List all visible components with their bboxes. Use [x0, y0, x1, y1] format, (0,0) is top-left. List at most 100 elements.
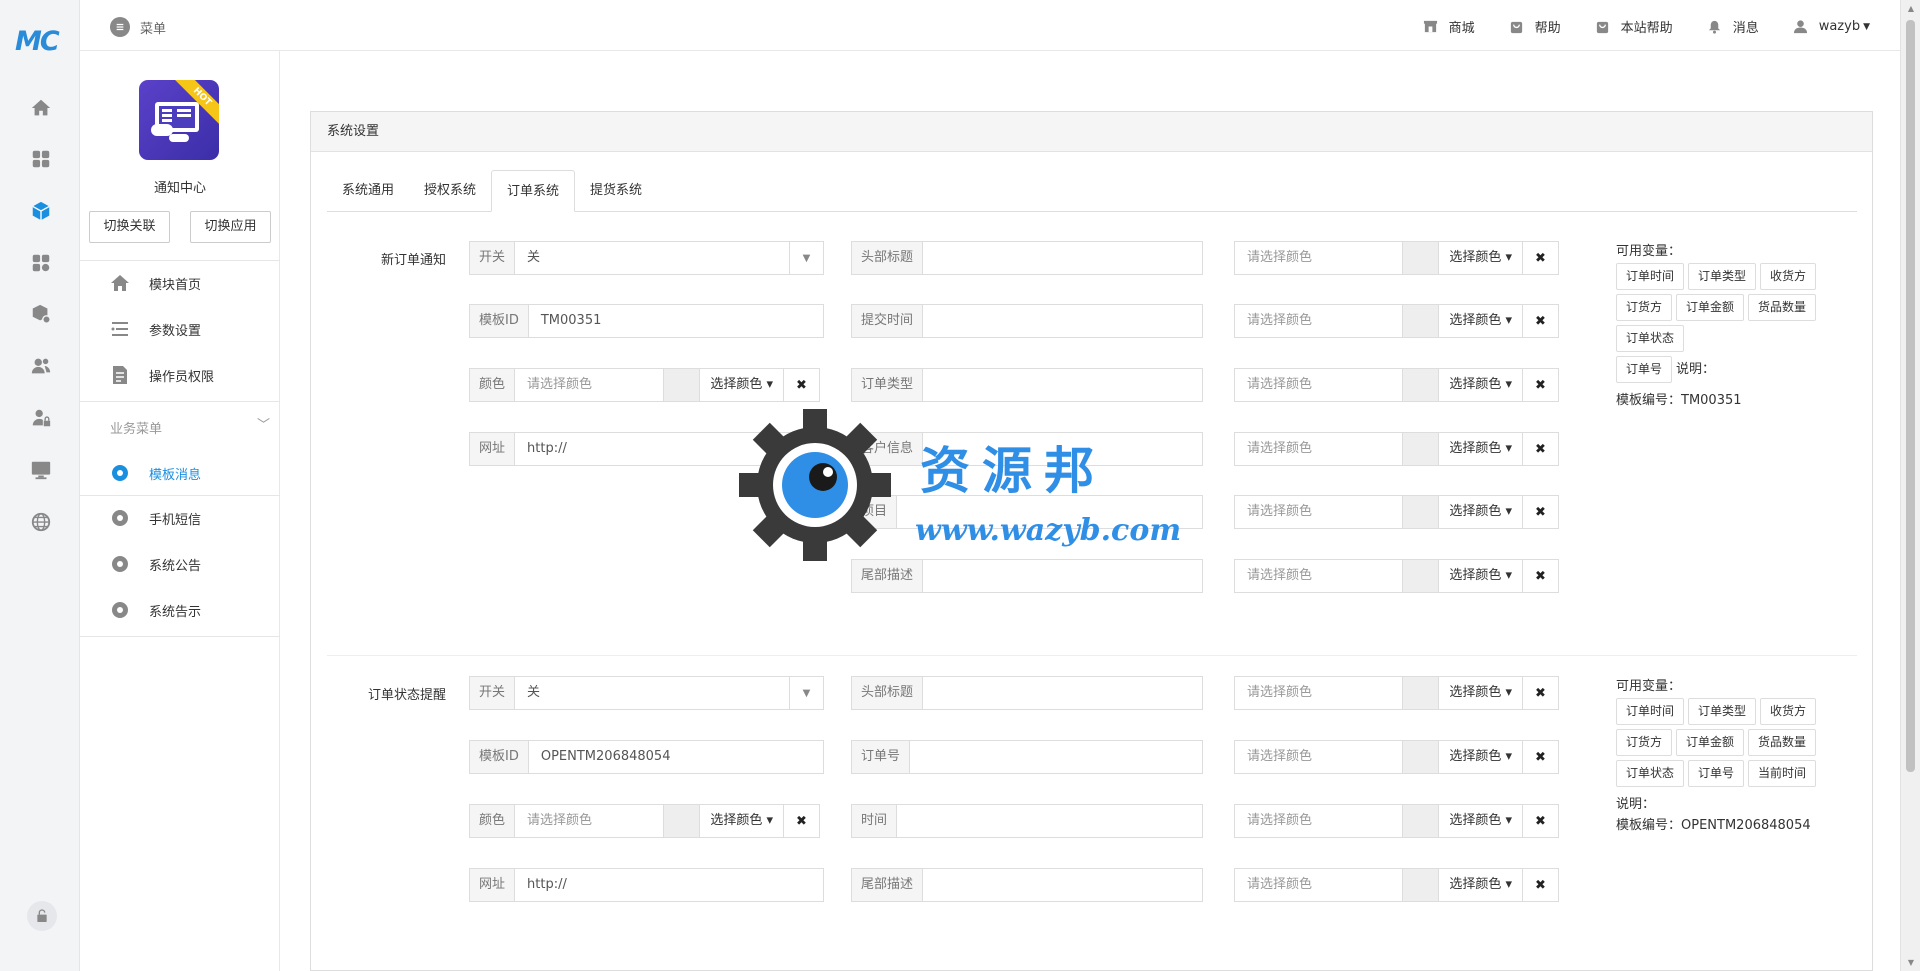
clear-icon[interactable]: ✖ [783, 369, 819, 401]
clear-icon[interactable]: ✖ [1522, 433, 1558, 465]
sidebar-item-operator-permissions[interactable]: 操作员权限 [80, 353, 280, 397]
var-order-status[interactable]: 订单状态 [1616, 325, 1685, 352]
pick-color-button[interactable]: 选择颜色 ▾ [1438, 496, 1522, 528]
sidebar-item-notice[interactable]: 系统告示 [80, 588, 280, 632]
var-order-type[interactable]: 订单类型 [1688, 698, 1757, 725]
sidebar-item-template-messages[interactable]: 模板消息 [80, 451, 280, 495]
color-picker[interactable]: 请选择颜色 选择颜色 ▾ ✖ [1234, 740, 1559, 774]
color-picker[interactable]: 颜色 请选择颜色 选择颜色 ▾ ✖ [469, 368, 820, 402]
messages-link[interactable]: 消息 [1707, 17, 1759, 36]
header-title-input[interactable]: 头部标题 [851, 676, 1203, 710]
grid-icon[interactable] [29, 147, 53, 171]
sidebar-item-module-home[interactable]: 模块首页 [80, 261, 280, 305]
scroll-up-icon[interactable]: ▲ [1906, 4, 1916, 13]
switch-app-button[interactable]: 切换应用 [190, 211, 271, 243]
var-order-type[interactable]: 订单类型 [1688, 263, 1757, 290]
var-orderer[interactable]: 订货方 [1616, 729, 1673, 756]
tab-general[interactable]: 系统通用 [327, 170, 409, 212]
color-picker[interactable]: 请选择颜色 选择颜色 ▾ ✖ [1234, 368, 1559, 402]
url-input[interactable]: 网址 http:// [469, 868, 824, 902]
business-menu-group[interactable]: 业务菜单 ﹀ [110, 418, 270, 437]
var-goods-qty[interactable]: 货品数量 [1748, 729, 1817, 756]
switch-link-button[interactable]: 切换关联 [89, 211, 170, 243]
switch-select[interactable]: 开关 关 ▼ [469, 676, 824, 710]
clear-icon[interactable]: ✖ [1522, 869, 1558, 901]
pick-color-button[interactable]: 选择颜色 ▾ [699, 369, 783, 401]
pick-color-button[interactable]: 选择颜色 ▾ [1438, 869, 1522, 901]
home-icon[interactable] [29, 96, 53, 120]
var-order-status[interactable]: 订单状态 [1616, 760, 1685, 787]
footer-desc-input[interactable]: 尾部描述 [851, 868, 1203, 902]
package-settings-icon[interactable] [29, 302, 53, 326]
logo[interactable]: MC [15, 26, 60, 57]
switch-select[interactable]: 开关 关 ▼ [469, 241, 824, 275]
clear-icon[interactable]: ✖ [1522, 242, 1558, 274]
color-picker[interactable]: 请选择颜色 选择颜色 ▾ ✖ [1234, 304, 1559, 338]
user-lock-icon[interactable] [29, 406, 53, 430]
var-order-amount[interactable]: 订单金额 [1676, 294, 1745, 321]
site-help-link[interactable]: 本站帮助 [1595, 17, 1673, 36]
pick-color-button[interactable]: 选择颜色 ▾ [1438, 677, 1522, 709]
user-menu[interactable]: wazyb ▼ [1793, 19, 1870, 35]
clear-icon[interactable]: ✖ [1522, 560, 1558, 592]
sidebar-item-sms[interactable]: 手机短信 [80, 496, 280, 540]
order-no-input[interactable]: 订单号 [851, 740, 1203, 774]
color-picker[interactable]: 请选择颜色 选择颜色 ▾ ✖ [1234, 559, 1559, 593]
footer-desc-input[interactable]: 尾部描述 [851, 559, 1203, 593]
tab-order-system[interactable]: 订单系统 [491, 170, 576, 212]
var-current-time[interactable]: 当前时间 [1748, 760, 1817, 787]
var-orderer[interactable]: 订货方 [1616, 294, 1673, 321]
var-order-no[interactable]: 订单号 [1616, 356, 1673, 383]
lock-icon[interactable] [27, 901, 57, 931]
var-goods-qty[interactable]: 货品数量 [1748, 294, 1817, 321]
submit-time-input[interactable]: 提交时间 [851, 304, 1203, 338]
apps-icon[interactable] [29, 251, 53, 275]
template-id-input[interactable]: 模板ID OPENTM206848054 [469, 740, 824, 774]
scroll-thumb[interactable] [1906, 20, 1915, 772]
pick-color-button[interactable]: 选择颜色 ▾ [1438, 433, 1522, 465]
clear-icon[interactable]: ✖ [783, 805, 819, 837]
var-order-amount[interactable]: 订单金额 [1676, 729, 1745, 756]
color-picker[interactable]: 请选择颜色 选择颜色 ▾ ✖ [1234, 868, 1559, 902]
mall-link[interactable]: 商城 [1423, 17, 1475, 36]
pick-color-button[interactable]: 选择颜色 ▾ [1438, 741, 1522, 773]
pick-color-button[interactable]: 选择颜色 ▾ [1438, 560, 1522, 592]
var-order-time[interactable]: 订单时间 [1616, 263, 1685, 290]
globe-icon[interactable] [29, 510, 53, 534]
pick-color-button[interactable]: 选择颜色 ▾ [699, 805, 783, 837]
header-title-input[interactable]: 头部标题 [851, 241, 1203, 275]
color-picker[interactable]: 请选择颜色 选择颜色 ▾ ✖ [1234, 495, 1559, 529]
clear-icon[interactable]: ✖ [1522, 677, 1558, 709]
var-order-no[interactable]: 订单号 [1688, 760, 1745, 787]
template-id-input[interactable]: 模板ID TM00351 [469, 304, 824, 338]
help-link[interactable]: 帮助 [1509, 17, 1561, 36]
tab-authorization[interactable]: 授权系统 [409, 170, 491, 212]
time-input[interactable]: 时间 [851, 804, 1203, 838]
clear-icon[interactable]: ✖ [1522, 369, 1558, 401]
sidebar-item-parameters[interactable]: 参数设置 [80, 307, 280, 351]
item-input[interactable]: 项目 [851, 495, 1203, 529]
pick-color-button[interactable]: 选择颜色 ▾ [1438, 242, 1522, 274]
scrollbar[interactable]: ▲ ▼ [1900, 0, 1920, 971]
pick-color-button[interactable]: 选择颜色 ▾ [1438, 369, 1522, 401]
color-picker[interactable]: 请选择颜色 选择颜色 ▾ ✖ [1234, 241, 1559, 275]
cube-icon[interactable] [29, 199, 53, 223]
order-type-input[interactable]: 订单类型 [851, 368, 1203, 402]
clear-icon[interactable]: ✖ [1522, 741, 1558, 773]
url-input[interactable]: 网址 http:// [469, 432, 824, 466]
menu-toggle[interactable]: 菜单 [110, 17, 166, 37]
clear-icon[interactable]: ✖ [1522, 305, 1558, 337]
color-picker[interactable]: 请选择颜色 选择颜色 ▾ ✖ [1234, 804, 1559, 838]
monitor-icon[interactable] [29, 458, 53, 482]
tab-pickup-system[interactable]: 提货系统 [575, 170, 657, 212]
var-receiver[interactable]: 收货方 [1760, 263, 1817, 290]
var-receiver[interactable]: 收货方 [1760, 698, 1817, 725]
var-order-time[interactable]: 订单时间 [1616, 698, 1685, 725]
color-picker[interactable]: 请选择颜色 选择颜色 ▾ ✖ [1234, 676, 1559, 710]
pick-color-button[interactable]: 选择颜色 ▾ [1438, 305, 1522, 337]
color-picker[interactable]: 请选择颜色 选择颜色 ▾ ✖ [1234, 432, 1559, 466]
clear-icon[interactable]: ✖ [1522, 496, 1558, 528]
scroll-down-icon[interactable]: ▼ [1906, 958, 1916, 967]
app-icon[interactable]: HOT [139, 80, 219, 160]
users-icon[interactable] [29, 354, 53, 378]
